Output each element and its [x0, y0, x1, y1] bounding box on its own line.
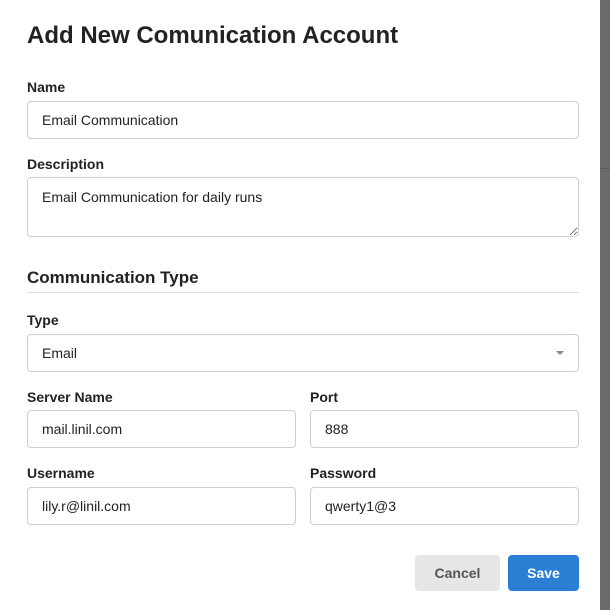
communication-type-heading: Communication Type — [27, 268, 199, 287]
save-button[interactable]: Save — [508, 555, 579, 591]
name-label: Name — [27, 79, 66, 95]
section-divider — [27, 292, 579, 293]
username-label: Username — [27, 465, 95, 481]
caret-down-icon — [556, 351, 564, 355]
server-name-label: Server Name — [27, 389, 113, 405]
description-label: Description — [27, 156, 105, 172]
type-select[interactable]: Email — [27, 334, 579, 372]
add-communication-account-dialog: Add New Comunication Account Name Descri… — [0, 0, 600, 610]
port-input[interactable] — [310, 410, 579, 448]
username-input[interactable] — [27, 487, 296, 525]
dialog-title: Add New Comunication Account — [27, 22, 399, 49]
port-label: Port — [310, 389, 338, 405]
type-selected-value: Email — [42, 345, 78, 361]
server-name-input[interactable] — [27, 410, 296, 448]
password-input[interactable] — [310, 487, 579, 525]
type-label: Type — [27, 312, 59, 328]
name-input[interactable] — [27, 101, 579, 139]
password-label: Password — [310, 465, 377, 481]
description-textarea[interactable]: Email Communication for daily runs — [27, 177, 579, 237]
cancel-button[interactable]: Cancel — [415, 555, 500, 591]
